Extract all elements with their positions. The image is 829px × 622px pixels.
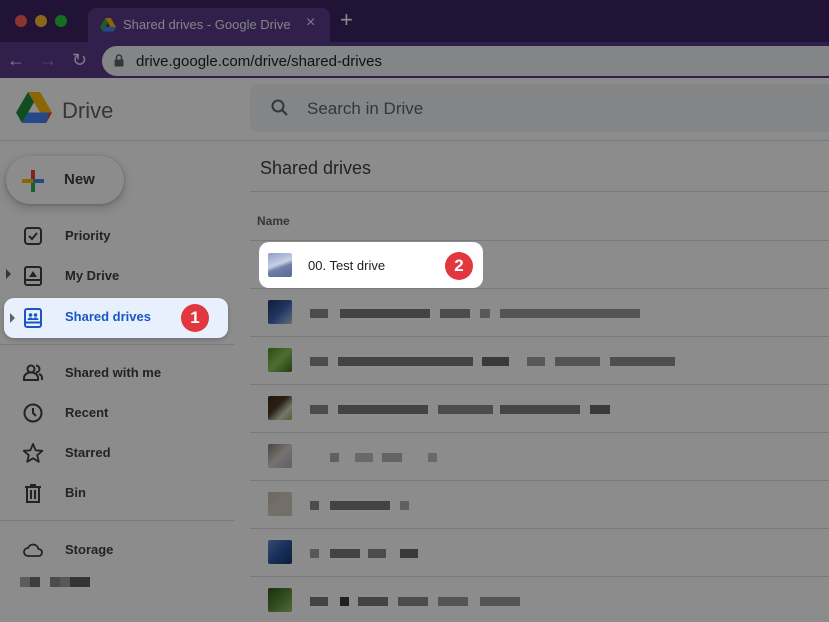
sidebar-item-my-drive[interactable]: My Drive bbox=[0, 257, 234, 293]
sidebar-item-label: My Drive bbox=[65, 268, 120, 283]
url-text: drive.google.com/drive/shared-drives bbox=[136, 53, 382, 70]
sidebar-item-label: Shared with me bbox=[65, 365, 162, 380]
window-zoom-button[interactable] bbox=[55, 15, 67, 27]
drive-app: Drive Search in Drive New Priority My Dr… bbox=[0, 78, 829, 622]
drive-name: 00. Test drive bbox=[308, 258, 386, 273]
drive-row[interactable] bbox=[250, 480, 829, 528]
drive-name-redacted bbox=[310, 357, 675, 366]
tab-close-icon[interactable]: × bbox=[306, 14, 315, 32]
sidebar-item-recent[interactable]: Recent bbox=[0, 394, 234, 430]
sidebar-divider bbox=[0, 344, 234, 345]
priority-icon bbox=[24, 227, 42, 245]
step-badge-2: 2 bbox=[445, 252, 473, 280]
drive-name-redacted bbox=[310, 501, 410, 510]
drive-thumbnail bbox=[268, 540, 292, 564]
tab-title: Shared drives - Google Drive bbox=[123, 17, 291, 32]
drive-row[interactable] bbox=[250, 576, 829, 622]
drive-thumbnail bbox=[268, 348, 292, 372]
reload-button[interactable]: ↻ bbox=[72, 48, 87, 72]
search-placeholder: Search in Drive bbox=[307, 99, 424, 118]
drive-row-test-drive[interactable]: 00. Test drive 2 bbox=[259, 242, 483, 288]
trash-icon bbox=[25, 484, 41, 503]
sidebar-item-shared-with-me[interactable]: Shared with me bbox=[0, 354, 234, 390]
step-badge-1: 1 bbox=[181, 304, 209, 332]
window-minimize-button[interactable] bbox=[35, 15, 47, 27]
cloud-icon bbox=[23, 543, 43, 557]
my-drive-icon bbox=[24, 266, 42, 286]
forward-button[interactable]: → bbox=[39, 48, 57, 72]
drive-thumbnail bbox=[268, 300, 292, 324]
browser-tab-active[interactable]: Shared drives - Google Drive × bbox=[88, 8, 330, 42]
app-name: Drive bbox=[62, 98, 114, 123]
sidebar-item-bin[interactable]: Bin bbox=[0, 474, 234, 510]
sidebar-item-label: Storage bbox=[65, 542, 114, 557]
search-input[interactable]: Search in Drive bbox=[250, 84, 829, 132]
header-divider bbox=[0, 140, 829, 141]
clock-icon bbox=[23, 403, 43, 423]
new-tab-button[interactable]: + bbox=[340, 9, 353, 31]
storage-usage-redacted bbox=[20, 577, 92, 587]
column-header-name[interactable]: Name bbox=[257, 214, 290, 228]
drive-name-redacted bbox=[310, 597, 530, 606]
google-drive-favicon-icon bbox=[100, 18, 116, 32]
shared-with-me-icon bbox=[23, 364, 43, 381]
search-icon[interactable] bbox=[270, 98, 290, 118]
drive-row[interactable] bbox=[250, 288, 829, 336]
drive-name-redacted bbox=[310, 453, 450, 462]
star-icon bbox=[22, 443, 44, 463]
address-bar[interactable]: drive.google.com/drive/shared-drives bbox=[102, 46, 829, 76]
browser-toolbar: ← → ↻ drive.google.com/drive/shared-driv… bbox=[0, 42, 829, 78]
drive-name-redacted bbox=[310, 309, 650, 318]
expand-arrow-icon[interactable] bbox=[6, 269, 11, 279]
drive-thumbnail bbox=[268, 588, 292, 612]
drive-name-redacted bbox=[310, 549, 420, 558]
sidebar-item-label: Starred bbox=[65, 445, 111, 460]
sidebar-item-label: Bin bbox=[65, 485, 86, 500]
drive-row[interactable] bbox=[250, 528, 829, 576]
drive-row[interactable] bbox=[250, 384, 829, 432]
window-close-button[interactable] bbox=[15, 15, 27, 27]
sidebar-item-label: Priority bbox=[65, 228, 111, 243]
drive-name-redacted bbox=[310, 405, 610, 414]
sidebar-item-label: Shared drives bbox=[65, 309, 151, 324]
back-button[interactable]: ← bbox=[7, 48, 25, 72]
drive-thumbnail bbox=[268, 492, 292, 516]
sidebar-item-shared-drives[interactable]: Shared drives 1 bbox=[4, 298, 228, 338]
shared-drives-icon bbox=[24, 308, 42, 328]
drive-row[interactable] bbox=[250, 432, 829, 480]
google-drive-logo-icon bbox=[16, 92, 52, 123]
lock-icon bbox=[114, 54, 124, 67]
sidebar-item-storage[interactable]: Storage bbox=[0, 531, 234, 567]
drive-thumbnail bbox=[268, 444, 292, 468]
drive-row[interactable] bbox=[250, 336, 829, 384]
new-button[interactable]: New bbox=[6, 156, 124, 204]
sidebar-divider bbox=[0, 520, 234, 521]
browser-tab-bar: Shared drives - Google Drive × + bbox=[0, 0, 829, 42]
sidebar-item-priority[interactable]: Priority bbox=[0, 217, 234, 253]
drive-thumbnail bbox=[268, 253, 292, 277]
new-button-label: New bbox=[64, 171, 95, 188]
page-title: Shared drives bbox=[260, 158, 372, 178]
sidebar-item-starred[interactable]: Starred bbox=[0, 434, 234, 470]
plus-icon bbox=[22, 170, 44, 192]
drive-thumbnail bbox=[268, 396, 292, 420]
title-divider bbox=[250, 191, 829, 192]
sidebar-item-label: Recent bbox=[65, 405, 109, 420]
expand-arrow-icon[interactable] bbox=[10, 313, 15, 323]
